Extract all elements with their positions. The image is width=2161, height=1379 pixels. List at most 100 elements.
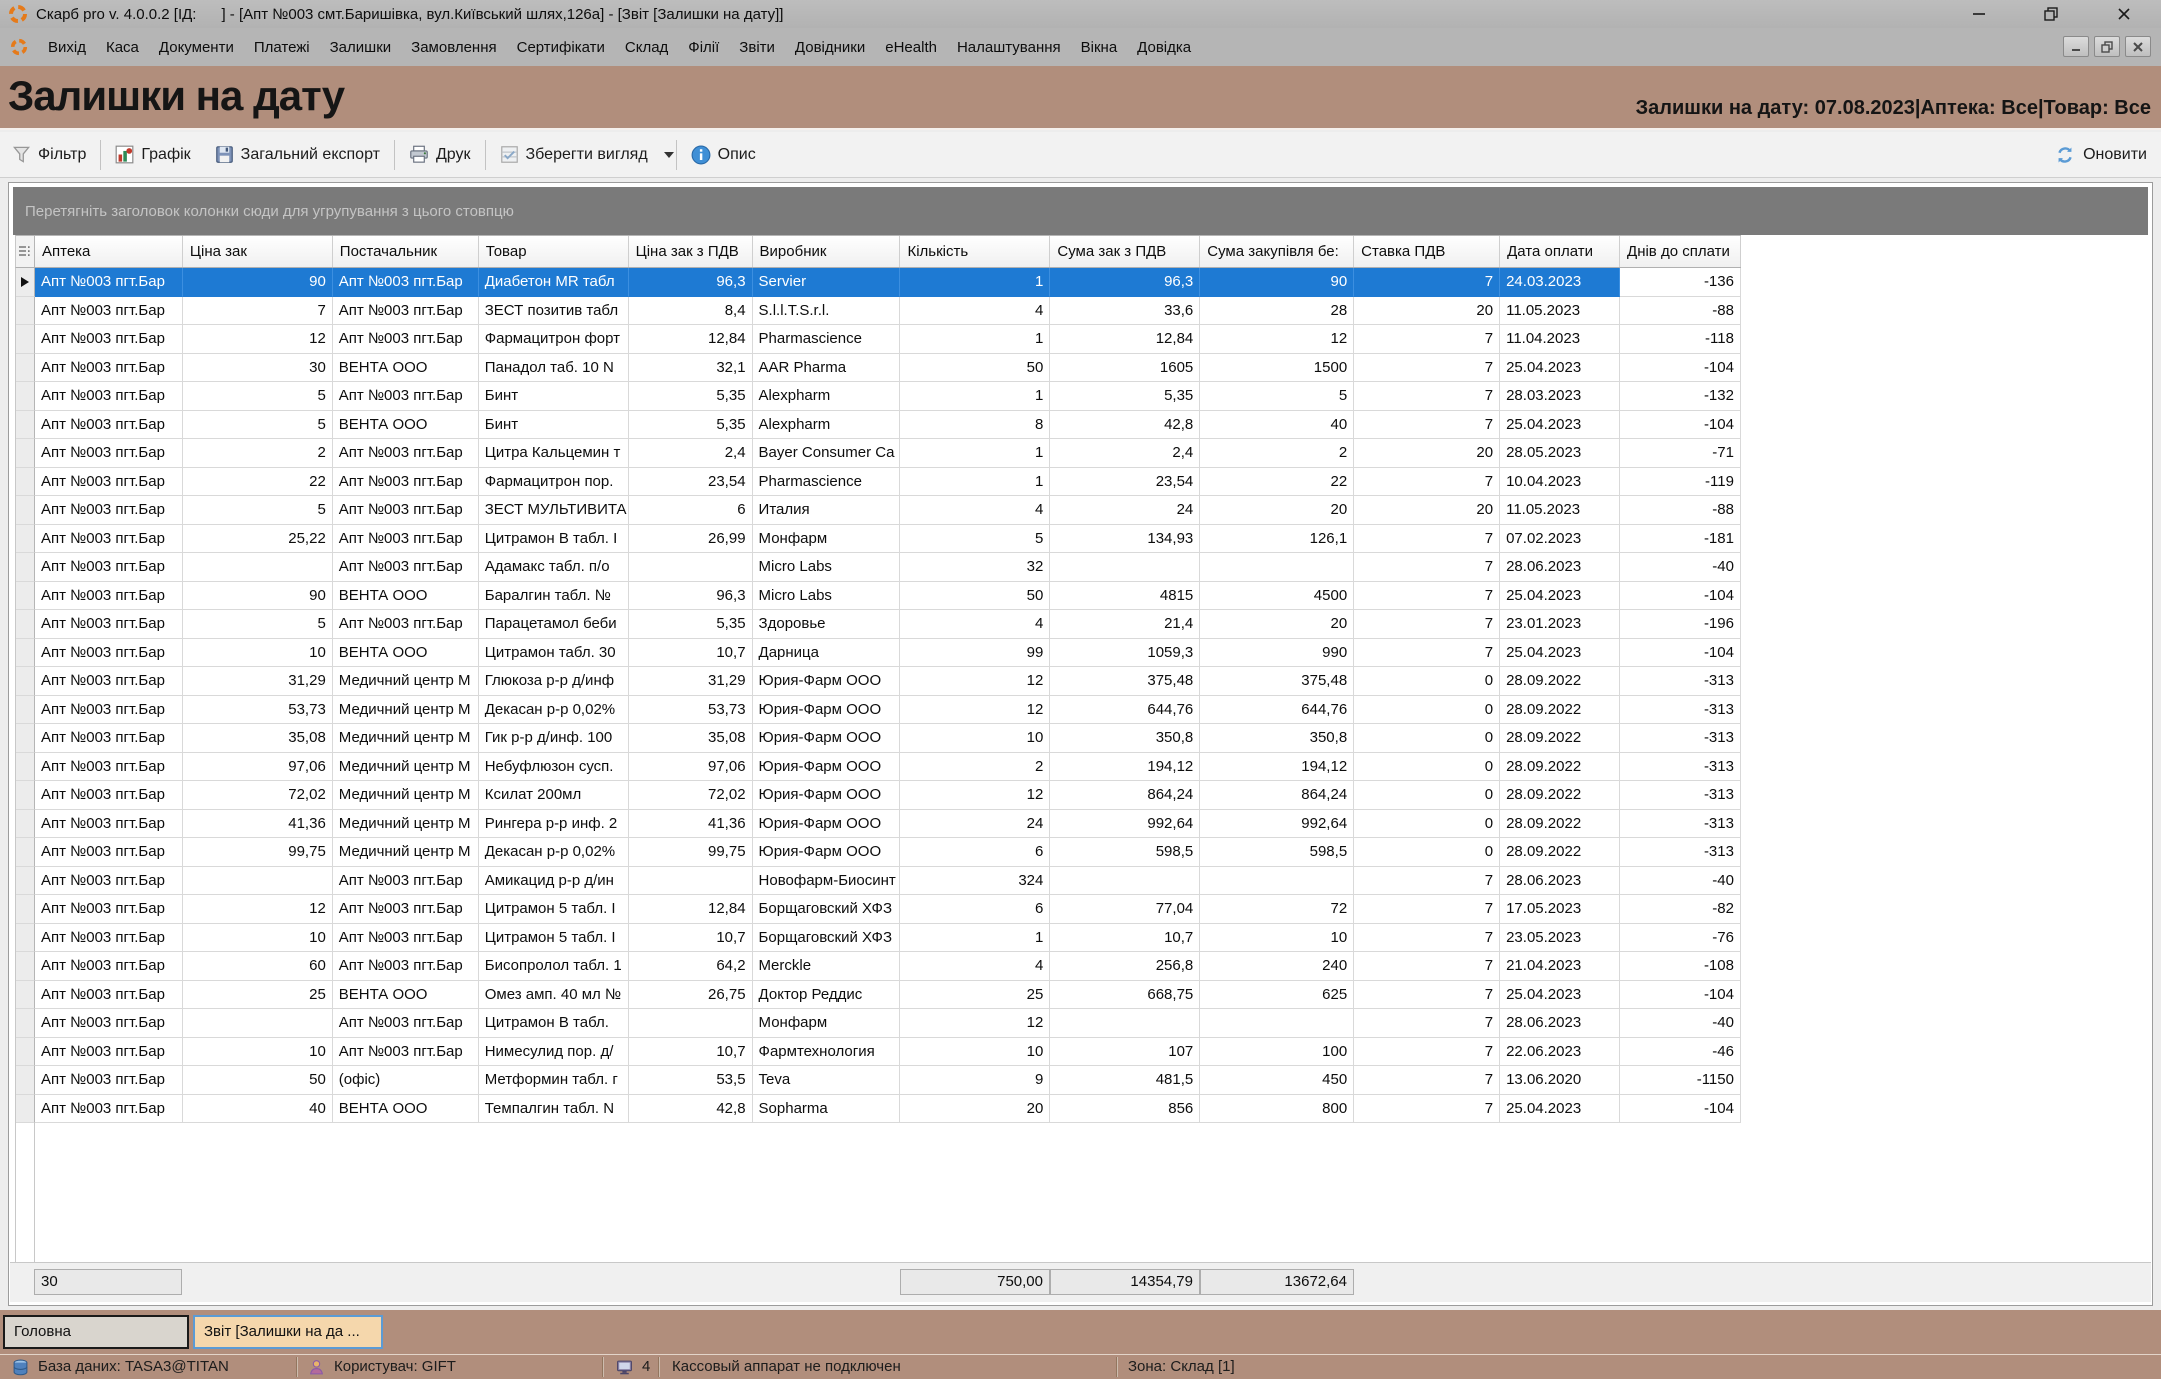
cell[interactable] [1200, 1009, 1354, 1038]
cell[interactable]: 21.04.2023 [1500, 952, 1620, 981]
cell[interactable]: 23.01.2023 [1500, 610, 1620, 639]
column-chooser-icon[interactable] [16, 236, 35, 267]
cell[interactable]: Апт №003 пгт.Бар [333, 325, 479, 354]
cell[interactable]: 1 [900, 325, 1050, 354]
cell[interactable]: 12,84 [629, 325, 753, 354]
cell[interactable]: Юрия-Фарм ООО [753, 667, 901, 696]
table-row[interactable]: Апт №003 пгт.Бар10Апт №003 пгт.БарЦитрам… [16, 924, 1741, 953]
cell[interactable]: 7 [1354, 895, 1500, 924]
cell[interactable]: 4 [900, 952, 1050, 981]
cell[interactable]: 07.02.2023 [1500, 525, 1620, 554]
cell[interactable]: 240 [1200, 952, 1354, 981]
cell[interactable]: 28.06.2023 [1500, 867, 1620, 896]
cell[interactable]: Амикацид р-р д/ин [479, 867, 629, 896]
cell[interactable]: 4 [900, 297, 1050, 326]
cell[interactable]: 350,8 [1050, 724, 1200, 753]
cell[interactable]: 64,2 [629, 952, 753, 981]
cell[interactable]: 100 [1200, 1038, 1354, 1067]
cell[interactable]: 50 [183, 1066, 333, 1095]
cell[interactable]: -104 [1620, 582, 1741, 611]
cell[interactable]: Бинт [479, 382, 629, 411]
cell[interactable]: 644,76 [1200, 696, 1354, 725]
cell[interactable]: 4 [900, 496, 1050, 525]
table-row[interactable]: Апт №003 пгт.Бар60Апт №003 пгт.БарБисопр… [16, 952, 1741, 981]
print-button[interactable]: Друк [397, 137, 483, 173]
cell[interactable]: Баралгин табл. № [479, 582, 629, 611]
cell[interactable]: 4500 [1200, 582, 1354, 611]
cell[interactable]: 10.04.2023 [1500, 468, 1620, 497]
cell[interactable]: 30 [183, 354, 333, 383]
cell[interactable]: -118 [1620, 325, 1741, 354]
cell[interactable]: 77,04 [1050, 895, 1200, 924]
cell[interactable]: Апт №003 пгт.Бар [35, 981, 183, 1010]
cell[interactable]: 28.09.2022 [1500, 838, 1620, 867]
column-header-9[interactable]: Сума закупівля бе: [1200, 236, 1354, 267]
cell[interactable]: 42,8 [1050, 411, 1200, 440]
table-row[interactable]: Апт №003 пгт.Бар50(офіс)Метформин табл. … [16, 1066, 1741, 1095]
cell[interactable]: 41,36 [629, 810, 753, 839]
cell[interactable]: Апт №003 пгт.Бар [333, 867, 479, 896]
cell[interactable]: 0 [1354, 838, 1500, 867]
cell[interactable]: 12,84 [1050, 325, 1200, 354]
cell[interactable]: 22 [1200, 468, 1354, 497]
cell[interactable]: 0 [1354, 724, 1500, 753]
cell[interactable]: 800 [1200, 1095, 1354, 1124]
cell[interactable]: 20 [900, 1095, 1050, 1124]
cell[interactable]: 5,35 [629, 610, 753, 639]
cell[interactable]: 4815 [1050, 582, 1200, 611]
cell[interactable]: 7 [1354, 382, 1500, 411]
cell[interactable]: Апт №003 пгт.Бар [35, 297, 183, 326]
cell[interactable]: 5 [183, 411, 333, 440]
cell[interactable]: 375,48 [1200, 667, 1354, 696]
column-header-6[interactable]: Виробник [753, 236, 901, 267]
cell[interactable]: ВЕНТА ООО [333, 411, 479, 440]
cell[interactable]: 53,73 [629, 696, 753, 725]
table-row[interactable]: Апт №003 пгт.Бар12Апт №003 пгт.БарЦитрам… [16, 895, 1741, 924]
menu-item-8[interactable]: Склад [615, 35, 678, 60]
cell[interactable]: Омез амп. 40 мл № [479, 981, 629, 1010]
table-row[interactable]: Апт №003 пгт.Бар41,36Медичний центр МРин… [16, 810, 1741, 839]
table-row[interactable]: Апт №003 пгт.Бар5Апт №003 пгт.БарЗЕСТ МУ… [16, 496, 1741, 525]
cell[interactable]: 7 [1354, 582, 1500, 611]
cell[interactable]: 7 [1354, 981, 1500, 1010]
cell[interactable]: Апт №003 пгт.Бар [333, 468, 479, 497]
cell[interactable]: Цитрамон 5 табл. І [479, 895, 629, 924]
cell[interactable]: 28.09.2022 [1500, 781, 1620, 810]
cell[interactable]: 20 [1354, 496, 1500, 525]
cell[interactable]: Италия [753, 496, 901, 525]
cell[interactable]: Апт №003 пгт.Бар [333, 895, 479, 924]
cell[interactable]: 25.04.2023 [1500, 582, 1620, 611]
cell[interactable]: Alexpharm [753, 382, 901, 411]
cell[interactable]: 20 [1354, 297, 1500, 326]
cell[interactable]: 25,22 [183, 525, 333, 554]
cell[interactable]: -104 [1620, 1095, 1741, 1124]
cell[interactable]: Бинт [479, 411, 629, 440]
tab-report-remainders[interactable]: Звіт [Залишки на да ... [193, 1315, 383, 1349]
table-row[interactable]: Апт №003 пгт.Бар25,22Апт №003 пгт.БарЦит… [16, 525, 1741, 554]
cell[interactable]: -40 [1620, 867, 1741, 896]
cell[interactable]: ЗЕСТ МУЛЬТИВИТА [479, 496, 629, 525]
cell[interactable]: Апт №003 пгт.Бар [35, 753, 183, 782]
chart-button[interactable]: Графік [103, 137, 202, 173]
cell[interactable]: Апт №003 пгт.Бар [35, 810, 183, 839]
cell[interactable] [1050, 1009, 1200, 1038]
cell[interactable]: 668,75 [1050, 981, 1200, 1010]
cell[interactable]: Юрия-Фарм ООО [753, 724, 901, 753]
cell[interactable]: 31,29 [183, 667, 333, 696]
cell[interactable]: 625 [1200, 981, 1354, 1010]
cell[interactable]: 1 [900, 439, 1050, 468]
cell[interactable]: -313 [1620, 838, 1741, 867]
table-row[interactable]: Апт №003 пгт.Бар5ВЕНТА ОООБинт5,35Alexph… [16, 411, 1741, 440]
export-button[interactable]: Загальний експорт [203, 137, 392, 173]
cell[interactable]: 90 [183, 582, 333, 611]
cell[interactable]: 28.09.2022 [1500, 696, 1620, 725]
cell[interactable]: -104 [1620, 354, 1741, 383]
cell[interactable]: -313 [1620, 696, 1741, 725]
cell[interactable]: Sopharma [753, 1095, 901, 1124]
cell[interactable]: 90 [183, 268, 333, 297]
table-row[interactable]: Апт №003 пгт.Бар5Апт №003 пгт.БарПарацет… [16, 610, 1741, 639]
cell[interactable]: Диабетон MR табл [479, 268, 629, 297]
cell[interactable]: 11.05.2023 [1500, 297, 1620, 326]
cell[interactable]: Апт №003 пгт.Бар [35, 924, 183, 953]
cell[interactable]: -104 [1620, 411, 1741, 440]
